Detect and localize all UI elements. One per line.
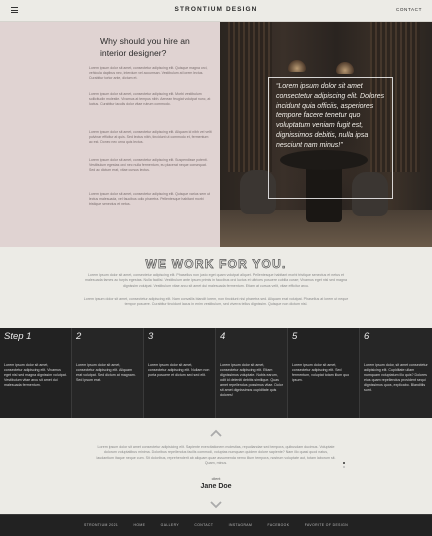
pendant-lamp bbox=[288, 60, 306, 72]
step-title: 3 bbox=[148, 331, 154, 342]
step-card: Step 1 Lorem ipsum dolor sit amet, conse… bbox=[0, 328, 72, 418]
step-title: 6 bbox=[364, 331, 370, 342]
step-text: Lorem ipsum dolor sit amet, consectetur … bbox=[292, 363, 350, 382]
testimonial-section: Lorem ipsum dolor sit amet consectetur a… bbox=[0, 418, 432, 514]
step-text: Lorem ipsum dolor sit amet, consectetur … bbox=[148, 363, 210, 377]
client-label: client bbox=[211, 477, 221, 481]
footer-link-home[interactable]: HOME bbox=[134, 523, 146, 527]
step-text: Lorem ipsum dolor sit amet, consectetur … bbox=[220, 363, 283, 397]
step-title: 5 bbox=[292, 331, 298, 342]
footer: STRONTIUM 2021 HOME GALLERY CONTACT INST… bbox=[0, 514, 432, 536]
hero-quote: “Lorem ipsum dolor sit amet consectetur … bbox=[276, 83, 385, 149]
pagination-dot[interactable] bbox=[343, 462, 345, 464]
step-card: 3 Lorem ipsum dolor sit amet, consectetu… bbox=[144, 328, 216, 418]
testimonial-pagination bbox=[343, 462, 347, 470]
footer-link-gallery[interactable]: GALLERY bbox=[161, 523, 179, 527]
hero-paragraph: Lorem ipsum dolor sit amet, consectetur … bbox=[89, 130, 212, 144]
hero-text-panel: Why should you hire an interior designer… bbox=[0, 22, 220, 247]
footer-copyright: STRONTIUM 2021 bbox=[83, 523, 119, 527]
step-title: 4 bbox=[220, 331, 226, 342]
chevron-down-icon[interactable] bbox=[210, 501, 222, 509]
hero-paragraph: Lorem ipsum dolor sit amet, consectetur … bbox=[89, 66, 208, 80]
hero-paragraph: Lorem ipsum dolor sit amet, consectetur … bbox=[89, 92, 211, 106]
footer-link-facebook[interactable]: FACEBOOK bbox=[268, 523, 290, 527]
steps-grid: Step 1 Lorem ipsum dolor sit amet, conse… bbox=[0, 328, 432, 418]
top-nav: STRONTIUM DESIGN CONTACT bbox=[0, 0, 432, 22]
footer-link-instagram[interactable]: INSTAGRAM bbox=[229, 523, 253, 527]
hero-section: Why should you hire an interior designer… bbox=[0, 22, 432, 247]
step-card: 4 Lorem ipsum dolor sit amet, consectetu… bbox=[216, 328, 288, 418]
pagination-dot[interactable] bbox=[343, 466, 345, 468]
client-name: Jane Doe bbox=[200, 483, 232, 490]
footer-link-favorite[interactable]: FAVORITE OF DESIGN bbox=[305, 523, 348, 527]
step-text: Lorem ipsum dolor sit amet, consectetur … bbox=[4, 363, 67, 387]
footer-link-contact[interactable]: CONTACT bbox=[194, 523, 213, 527]
page: STRONTIUM DESIGN CONTACT Why should you … bbox=[0, 0, 432, 536]
step-card: 5 Lorem ipsum dolor sit amet, consectetu… bbox=[288, 328, 360, 418]
chevron-up-icon[interactable] bbox=[210, 429, 222, 437]
hero-paragraph: Lorem ipsum dolor sit amet, consectetur … bbox=[89, 158, 208, 172]
wood-slat-wall bbox=[228, 22, 272, 172]
testimonial-text: Lorem ipsum dolor sit amet consectetur a… bbox=[96, 445, 336, 466]
step-title: 2 bbox=[76, 331, 82, 342]
footer-links: STRONTIUM 2021 HOME GALLERY CONTACT INST… bbox=[0, 523, 432, 527]
section-title: WE WORK FOR YOU. bbox=[145, 257, 287, 272]
hero-interior-image: “Lorem ipsum dolor sit amet consectetur … bbox=[220, 22, 432, 247]
step-text: Lorem ipsum dolor sit amet, consectetur … bbox=[76, 363, 136, 382]
hero-title: Why should you hire an interior designer… bbox=[100, 36, 190, 58]
step-card: 2 Lorem ipsum dolor sit amet, consectetu… bbox=[72, 328, 144, 418]
section-paragraph: Lorem ipsum dolor sit amet, consectetur … bbox=[84, 273, 347, 288]
section-paragraph: Lorem ipsum dolor sit amet, consectetur … bbox=[83, 297, 349, 307]
step-title: Step 1 bbox=[4, 331, 32, 342]
contact-link[interactable]: CONTACT bbox=[396, 7, 422, 12]
step-card: 6 Lorem ipsum dolor, sit amet consectetu… bbox=[360, 328, 432, 418]
brand-logo-text[interactable]: STRONTIUM DESIGN bbox=[0, 6, 432, 13]
step-text: Lorem ipsum dolor, sit amet consectetur … bbox=[364, 363, 428, 392]
hero-paragraph: Lorem ipsum dolor sit amet, consectetur … bbox=[89, 192, 210, 206]
pendant-lamp bbox=[336, 62, 354, 74]
